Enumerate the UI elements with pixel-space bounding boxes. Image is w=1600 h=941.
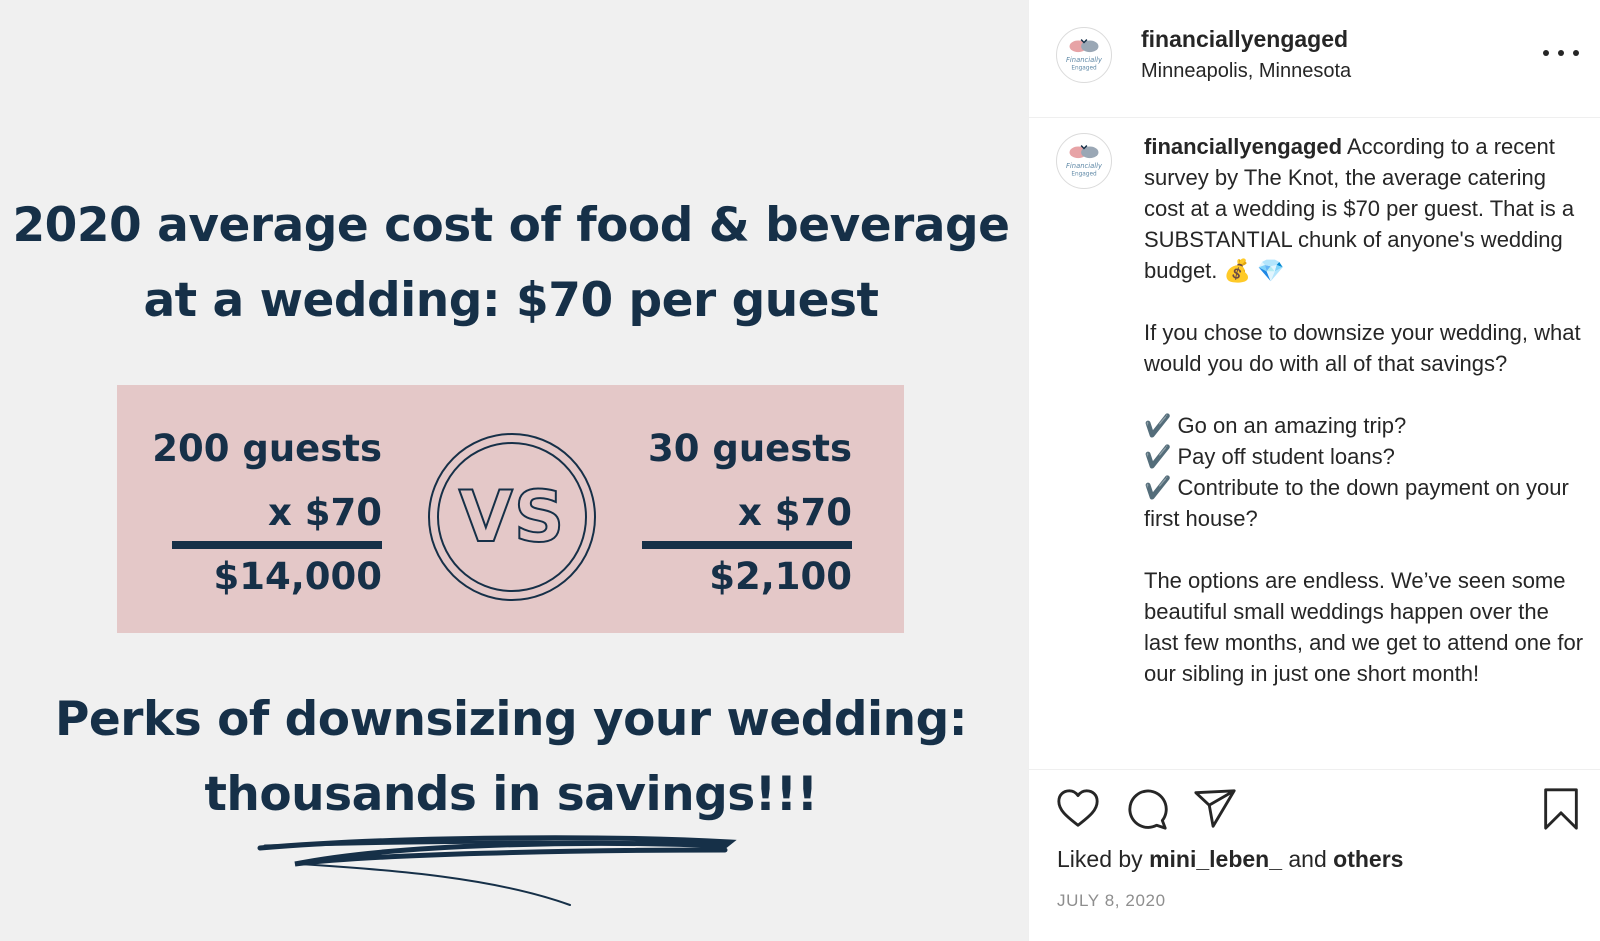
liked-by-line: Liked by mini_leben_ and others [1057,846,1403,873]
calc-guests-count: 200 guests [152,427,382,470]
post-date[interactable]: JULY 8, 2020 [1057,891,1166,911]
post-sidebar: Financially Engaged financiallyengaged M… [1028,0,1600,941]
liked-by-user-link[interactable]: mini_leben_ [1149,846,1282,872]
image-perks-text: Perks of downsizing your wedding: thousa… [0,682,1022,832]
share-icon[interactable] [1192,786,1238,832]
avatar[interactable]: Financially Engaged [1056,133,1112,189]
more-options-icon[interactable] [1543,40,1579,66]
financially-engaged-logo-icon: Financially Engaged [1066,39,1103,71]
more-dot [1558,50,1564,56]
headline-line-1: 2020 average cost of food & beverage [12,198,1010,253]
calc-guests-count: 30 guests [647,427,852,470]
caption-text: financiallyengaged According to a recent… [1144,131,1589,689]
liked-by-prefix: Liked by [1057,846,1150,872]
logo-text: Engaged [1071,65,1097,71]
headline-line-2: at a wedding: $70 per guest [143,273,879,328]
post-image: 2020 average cost of food & beverage at … [0,0,1028,941]
logo-text: Financially [1066,162,1103,170]
post-header: Financially Engaged financiallyengaged M… [1029,0,1600,118]
calc-divider [642,541,852,549]
logo-text: Engaged [1071,171,1097,177]
brush-stroke-decoration [257,835,737,906]
liked-by-others-link[interactable]: others [1333,846,1403,872]
caption-username-link[interactable]: financiallyengaged [1144,134,1342,159]
heart-icon[interactable] [1055,786,1101,832]
caption-check-item: ✔️ Contribute to the down payment on you… [1144,475,1569,531]
caption-paragraph: financiallyengaged According to a recent… [1144,131,1589,286]
bookmark-icon[interactable] [1539,786,1583,832]
perks-line-2: thousands in savings!!! [204,767,818,822]
logo-text: Financially [1066,56,1103,64]
calc-multiplier: x $70 [268,491,382,534]
perks-line-1: Perks of downsizing your wedding: [54,692,968,747]
comparison-box: 200 guests x $70 $14,000 VS 30 guests x … [117,385,904,633]
calc-total: $2,100 [709,555,852,598]
calc-divider [172,541,382,549]
vs-badge: VS [428,433,596,601]
calc-total: $14,000 [213,555,382,598]
calc-200-guests: 200 guests x $70 $14,000 [152,385,382,633]
more-dot [1573,50,1579,56]
avatar[interactable]: Financially Engaged [1056,27,1112,83]
liked-by-and: and [1282,846,1334,872]
header-username-link[interactable]: financiallyengaged [1141,26,1348,53]
financially-engaged-logo-icon: Financially Engaged [1066,145,1103,177]
more-dot [1543,50,1549,56]
calc-multiplier: x $70 [738,491,852,534]
vs-label: VS [458,475,566,559]
caption-closing: The options are endless. We’ve seen some… [1144,568,1584,686]
caption-question: If you chose to downsize your wedding, w… [1144,320,1581,376]
comment-icon[interactable] [1124,786,1170,832]
caption-check-item: ✔️ Pay off student loans? [1144,444,1395,469]
image-headline: 2020 average cost of food & beverage at … [0,188,1022,338]
caption-area[interactable]: Financially Engaged financiallyengaged A… [1029,119,1600,769]
caption-check-item: ✔️ Go on an amazing trip? [1144,413,1407,438]
post-actions: Liked by mini_leben_ and others JULY 8, … [1029,769,1600,941]
calc-30-guests: 30 guests x $70 $2,100 [642,385,852,633]
header-location-link[interactable]: Minneapolis, Minnesota [1141,60,1351,83]
